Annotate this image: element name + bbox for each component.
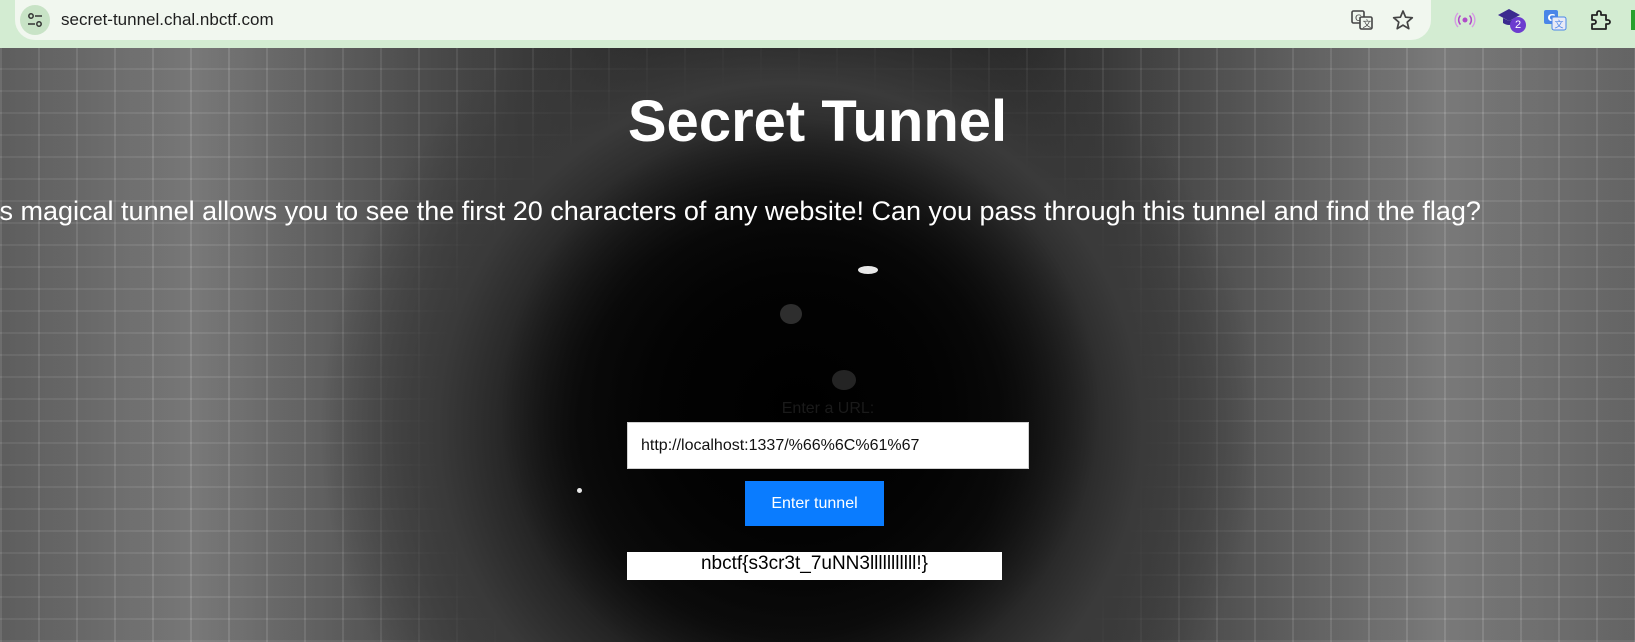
tune-icon: [28, 13, 42, 27]
address-bar[interactable]: secret-tunnel.chal.nbctf.com G 文: [15, 0, 1431, 40]
url-label: Enter a URL:: [781, 400, 875, 417]
url-text[interactable]: secret-tunnel.chal.nbctf.com: [61, 10, 274, 30]
star-icon[interactable]: [1392, 9, 1414, 31]
light-speck: [858, 266, 878, 274]
google-translate-extension-icon[interactable]: G 文: [1543, 8, 1567, 32]
graduation-cap-extension[interactable]: 2: [1497, 6, 1527, 36]
light-speck: [577, 488, 582, 493]
page-tagline: This magical tunnel allows you to see th…: [0, 196, 1481, 226]
puzzle-piece-icon[interactable]: [1588, 8, 1612, 32]
enter-tunnel-button[interactable]: Enter tunnel: [745, 481, 884, 526]
svg-text:文: 文: [1555, 19, 1564, 31]
site-info-button[interactable]: [20, 5, 50, 35]
broadcast-extension-icon[interactable]: [1453, 8, 1477, 32]
page-title: Secret Tunnel: [627, 89, 1008, 154]
browser-toolbar: secret-tunnel.chal.nbctf.com G 文 2 G 文: [0, 0, 1635, 48]
url-input[interactable]: [627, 422, 1029, 469]
profile-edge: [1631, 10, 1635, 30]
translate-icon[interactable]: G 文: [1351, 9, 1373, 31]
extension-badge: 2: [1510, 17, 1526, 33]
tunnel-orb: [832, 370, 856, 390]
tunnel-result: nbctf{s3cr3t_7uNN3lllllllllll!}: [627, 552, 1002, 580]
tunnel-orb: [780, 304, 802, 324]
svg-text:文: 文: [1363, 18, 1372, 30]
